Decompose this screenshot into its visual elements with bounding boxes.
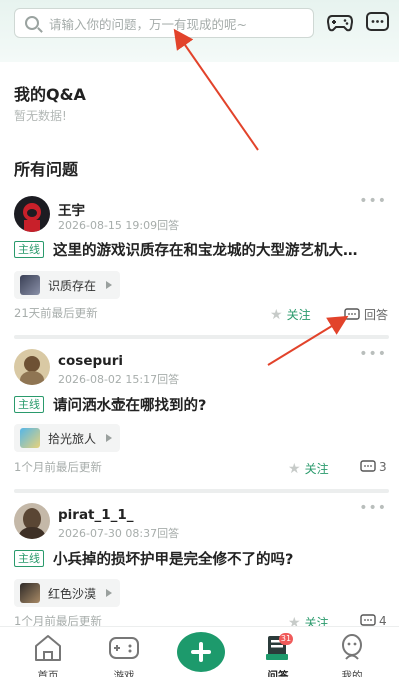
question-meta: 2026-08-02 15:17回答 — [58, 373, 180, 386]
message-icon[interactable] — [365, 10, 391, 34]
tab-profile[interactable]: 我的 — [322, 630, 382, 677]
more-icon[interactable]: ••• — [359, 500, 387, 516]
card-divider — [14, 489, 389, 493]
tab-label: 首页 — [37, 670, 59, 677]
chevron-right-icon — [106, 281, 113, 289]
game-chip[interactable]: 红色沙漠 — [14, 579, 121, 607]
reply-button[interactable]: 3 — [360, 460, 387, 474]
star-icon: ★ — [270, 306, 283, 323]
tab-home[interactable]: 首页 — [18, 630, 78, 677]
game-thumbnail — [20, 583, 40, 603]
comment-icon — [360, 460, 376, 472]
question-meta: 2026-07-30 08:37回答 — [58, 527, 180, 540]
home-icon — [35, 635, 61, 661]
my-qa-empty: 暂无数据! — [14, 109, 67, 123]
all-questions-title: 所有问题 — [14, 160, 79, 179]
card-divider — [14, 335, 389, 339]
tab-label: 问答 — [267, 670, 289, 677]
chevron-right-icon — [106, 589, 113, 597]
my-qa-title: 我的Q&A — [14, 85, 86, 104]
reply-button[interactable]: 回答 — [344, 306, 388, 323]
question-user[interactable]: 王宇 — [58, 199, 85, 219]
game-name: 拾光旅人 — [48, 431, 97, 446]
tag-badge: 主线 — [14, 241, 44, 258]
add-question-button[interactable] — [177, 632, 225, 672]
updated-time: 1个月前最后更新 — [14, 460, 102, 474]
tab-label: 游戏 — [113, 670, 135, 677]
arrow-to-reply — [267, 315, 349, 366]
follow-button[interactable]: ★ 关注 — [288, 460, 329, 477]
tab-qa[interactable]: 问答 — [248, 630, 308, 677]
profile-icon — [342, 634, 362, 660]
follow-button[interactable]: ★ 关注 — [270, 306, 311, 323]
tab-label: 我的 — [341, 670, 363, 677]
avatar[interactable] — [14, 503, 50, 539]
game-chip[interactable]: 拾光旅人 — [14, 424, 121, 452]
game-thumbnail — [20, 428, 40, 448]
notification-badge: 31 — [279, 633, 293, 645]
game-name: 红色沙漠 — [48, 586, 97, 601]
search-input[interactable]: 请输入你的问题，万一有现成的呢~ — [14, 8, 314, 38]
game-name: 识质存在 — [48, 278, 97, 293]
question-text[interactable]: 请问洒水壶在哪找到的? — [53, 394, 206, 415]
chevron-right-icon — [106, 434, 113, 442]
game-thumbnail — [20, 275, 40, 295]
search-placeholder: 请输入你的问题，万一有现成的呢~ — [49, 16, 247, 32]
avatar[interactable] — [14, 349, 50, 385]
avatar[interactable] — [14, 196, 50, 232]
more-icon[interactable]: ••• — [359, 346, 387, 362]
gamepad-icon[interactable] — [327, 10, 353, 34]
more-icon[interactable]: ••• — [359, 193, 387, 209]
question-meta: 2026-08-15 19:09回答 — [58, 219, 180, 232]
question-text[interactable]: 小兵掉的损坏护甲是完全修不了的吗? — [53, 548, 293, 569]
search-icon — [25, 16, 39, 30]
star-icon: ★ — [288, 460, 301, 477]
tag-badge: 主线 — [14, 396, 44, 413]
question-user[interactable]: cosepuri — [58, 353, 123, 369]
tab-games[interactable]: 游戏 — [94, 630, 154, 677]
updated-time: 21天前最后更新 — [14, 306, 98, 320]
gamepad-icon — [109, 637, 139, 659]
comment-icon — [344, 307, 360, 320]
qa-icon — [266, 636, 288, 660]
tag-badge: 主线 — [14, 550, 44, 567]
question-text[interactable]: 这里的游戏识质存在和宝龙城的大型游艺机大… — [53, 239, 358, 260]
game-chip[interactable]: 识质存在 — [14, 271, 121, 299]
question-user[interactable]: pirat_1_1_ — [58, 507, 134, 523]
